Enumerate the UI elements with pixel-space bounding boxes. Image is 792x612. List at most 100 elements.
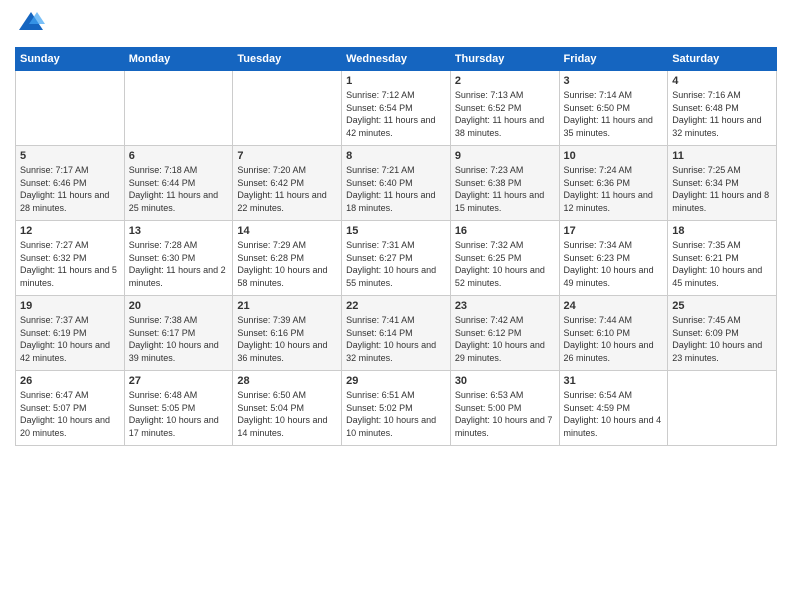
- day-info: Sunrise: 7:20 AMSunset: 6:42 PMDaylight:…: [237, 164, 337, 214]
- calendar-cell: 24 Sunrise: 7:44 AMSunset: 6:10 PMDayligh…: [559, 296, 668, 371]
- logo: [15, 10, 45, 39]
- day-info: Sunrise: 7:31 AMSunset: 6:27 PMDaylight:…: [346, 239, 446, 289]
- day-number: 12: [20, 225, 120, 237]
- calendar-cell: 22 Sunrise: 7:41 AMSunset: 6:14 PMDayligh…: [342, 296, 451, 371]
- day-number: 23: [455, 300, 555, 312]
- day-number: 20: [129, 300, 229, 312]
- day-info: Sunrise: 6:51 AMSunset: 5:02 PMDaylight:…: [346, 389, 446, 439]
- calendar-cell: 15 Sunrise: 7:31 AMSunset: 6:27 PMDayligh…: [342, 221, 451, 296]
- day-number: 10: [564, 150, 664, 162]
- day-number: 3: [564, 75, 664, 87]
- day-number: 22: [346, 300, 446, 312]
- day-number: 4: [672, 75, 772, 87]
- day-info: Sunrise: 7:41 AMSunset: 6:14 PMDaylight:…: [346, 314, 446, 364]
- col-wednesday: Wednesday: [342, 48, 451, 71]
- col-thursday: Thursday: [450, 48, 559, 71]
- day-info: Sunrise: 7:29 AMSunset: 6:28 PMDaylight:…: [237, 239, 337, 289]
- calendar-cell: 7 Sunrise: 7:20 AMSunset: 6:42 PMDaylight…: [233, 146, 342, 221]
- col-monday: Monday: [124, 48, 233, 71]
- day-number: 21: [237, 300, 337, 312]
- calendar-cell: 3 Sunrise: 7:14 AMSunset: 6:50 PMDaylight…: [559, 71, 668, 146]
- calendar-cell: 27Sunrise: 6:48 AMSunset: 5:05 PMDayligh…: [124, 371, 233, 446]
- day-number: 19: [20, 300, 120, 312]
- day-number: 13: [129, 225, 229, 237]
- calendar-cell: 20 Sunrise: 7:38 AMSunset: 6:17 PMDayligh…: [124, 296, 233, 371]
- day-info: Sunrise: 6:53 AMSunset: 5:00 PMDaylight:…: [455, 389, 555, 439]
- calendar-cell: 25Sunrise: 7:45 AMSunset: 6:09 PMDayligh…: [668, 296, 777, 371]
- calendar-cell: [233, 71, 342, 146]
- day-number: 29: [346, 375, 446, 387]
- calendar-cell: 12 Sunrise: 7:27 AMSunset: 6:32 PMDayligh…: [16, 221, 125, 296]
- calendar-cell: 19 Sunrise: 7:37 AMSunset: 6:19 PMDayligh…: [16, 296, 125, 371]
- page-header: [15, 10, 777, 39]
- day-info: Sunrise: 7:24 AMSunset: 6:36 PMDaylight:…: [564, 164, 664, 214]
- col-sunday: Sunday: [16, 48, 125, 71]
- day-number: 30: [455, 375, 555, 387]
- day-info: Sunrise: 7:37 AMSunset: 6:19 PMDaylight:…: [20, 314, 120, 364]
- day-number: 7: [237, 150, 337, 162]
- calendar-cell: 6Sunrise: 7:18 AMSunset: 6:44 PMDaylight…: [124, 146, 233, 221]
- week-row-1: 1 Sunrise: 7:12 AMSunset: 6:54 PMDaylight…: [16, 71, 777, 146]
- calendar-cell: 14 Sunrise: 7:29 AMSunset: 6:28 PMDayligh…: [233, 221, 342, 296]
- calendar-cell: 5 Sunrise: 7:17 AMSunset: 6:46 PMDaylight…: [16, 146, 125, 221]
- logo-icon: [17, 10, 45, 34]
- calendar-cell: 10 Sunrise: 7:24 AMSunset: 6:36 PMDayligh…: [559, 146, 668, 221]
- day-info: Sunrise: 7:16 AMSunset: 6:48 PMDaylight:…: [672, 89, 772, 139]
- day-info: Sunrise: 7:14 AMSunset: 6:50 PMDaylight:…: [564, 89, 664, 139]
- day-info: Sunrise: 6:50 AMSunset: 5:04 PMDaylight:…: [237, 389, 337, 439]
- day-number: 28: [237, 375, 337, 387]
- calendar-cell: 17 Sunrise: 7:34 AMSunset: 6:23 PMDayligh…: [559, 221, 668, 296]
- calendar-cell: 4 Sunrise: 7:16 AMSunset: 6:48 PMDaylight…: [668, 71, 777, 146]
- day-number: 31: [564, 375, 664, 387]
- calendar-cell: 16Sunrise: 7:32 AMSunset: 6:25 PMDayligh…: [450, 221, 559, 296]
- calendar-cell: 28 Sunrise: 6:50 AMSunset: 5:04 PMDayligh…: [233, 371, 342, 446]
- calendar-cell: 2 Sunrise: 7:13 AMSunset: 6:52 PMDaylight…: [450, 71, 559, 146]
- day-info: Sunrise: 7:27 AMSunset: 6:32 PMDaylight:…: [20, 239, 120, 289]
- day-number: 2: [455, 75, 555, 87]
- calendar-cell: 31 Sunrise: 6:54 AMSunset: 4:59 PMDayligh…: [559, 371, 668, 446]
- day-info: Sunrise: 7:34 AMSunset: 6:23 PMDaylight:…: [564, 239, 664, 289]
- day-number: 1: [346, 75, 446, 87]
- day-info: Sunrise: 7:38 AMSunset: 6:17 PMDaylight:…: [129, 314, 229, 364]
- col-tuesday: Tuesday: [233, 48, 342, 71]
- calendar-cell: 21Sunrise: 7:39 AMSunset: 6:16 PMDayligh…: [233, 296, 342, 371]
- calendar-cell: 13 Sunrise: 7:28 AMSunset: 6:30 PMDayligh…: [124, 221, 233, 296]
- day-info: Sunrise: 7:44 AMSunset: 6:10 PMDaylight:…: [564, 314, 664, 364]
- calendar-table: Sunday Monday Tuesday Wednesday Thursday…: [15, 47, 777, 446]
- day-info: Sunrise: 7:12 AMSunset: 6:54 PMDaylight:…: [346, 89, 446, 139]
- day-info: Sunrise: 7:28 AMSunset: 6:30 PMDaylight:…: [129, 239, 229, 289]
- day-info: Sunrise: 7:13 AMSunset: 6:52 PMDaylight:…: [455, 89, 555, 139]
- day-number: 5: [20, 150, 120, 162]
- week-row-3: 12 Sunrise: 7:27 AMSunset: 6:32 PMDayligh…: [16, 221, 777, 296]
- day-number: 16: [455, 225, 555, 237]
- week-row-4: 19 Sunrise: 7:37 AMSunset: 6:19 PMDayligh…: [16, 296, 777, 371]
- calendar-cell: [124, 71, 233, 146]
- calendar-cell: 23 Sunrise: 7:42 AMSunset: 6:12 PMDayligh…: [450, 296, 559, 371]
- day-info: Sunrise: 7:35 AMSunset: 6:21 PMDaylight:…: [672, 239, 772, 289]
- day-number: 14: [237, 225, 337, 237]
- col-friday: Friday: [559, 48, 668, 71]
- calendar-body: 1 Sunrise: 7:12 AMSunset: 6:54 PMDaylight…: [16, 71, 777, 446]
- calendar-cell: 9Sunrise: 7:23 AMSunset: 6:38 PMDaylight…: [450, 146, 559, 221]
- col-saturday: Saturday: [668, 48, 777, 71]
- day-info: Sunrise: 7:25 AMSunset: 6:34 PMDaylight:…: [672, 164, 772, 214]
- day-number: 17: [564, 225, 664, 237]
- day-info: Sunrise: 7:17 AMSunset: 6:46 PMDaylight:…: [20, 164, 120, 214]
- day-info: Sunrise: 7:18 AMSunset: 6:44 PMDaylight:…: [129, 164, 229, 214]
- day-number: 9: [455, 150, 555, 162]
- header-row: Sunday Monday Tuesday Wednesday Thursday…: [16, 48, 777, 71]
- day-number: 26: [20, 375, 120, 387]
- calendar-cell: [668, 371, 777, 446]
- day-info: Sunrise: 6:54 AMSunset: 4:59 PMDaylight:…: [564, 389, 664, 439]
- day-number: 24: [564, 300, 664, 312]
- calendar-cell: 18Sunrise: 7:35 AMSunset: 6:21 PMDayligh…: [668, 221, 777, 296]
- calendar-cell: 8Sunrise: 7:21 AMSunset: 6:40 PMDaylight…: [342, 146, 451, 221]
- calendar-cell: 1 Sunrise: 7:12 AMSunset: 6:54 PMDaylight…: [342, 71, 451, 146]
- day-number: 25: [672, 300, 772, 312]
- calendar-cell: [16, 71, 125, 146]
- day-info: Sunrise: 7:42 AMSunset: 6:12 PMDaylight:…: [455, 314, 555, 364]
- week-row-2: 5 Sunrise: 7:17 AMSunset: 6:46 PMDaylight…: [16, 146, 777, 221]
- week-row-5: 26Sunrise: 6:47 AMSunset: 5:07 PMDayligh…: [16, 371, 777, 446]
- day-number: 15: [346, 225, 446, 237]
- day-info: Sunrise: 7:21 AMSunset: 6:40 PMDaylight:…: [346, 164, 446, 214]
